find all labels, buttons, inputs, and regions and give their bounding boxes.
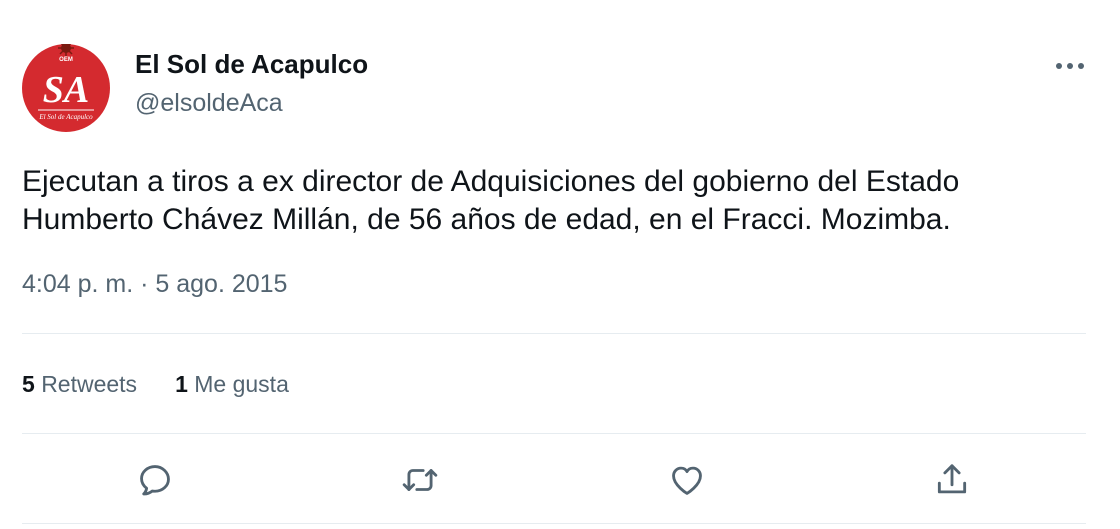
engagement-stats: 5 Retweets 1 Me gusta <box>22 371 327 398</box>
avatar-badge-text: OEM <box>59 57 73 63</box>
reply-icon <box>140 465 170 496</box>
retweets-stat[interactable]: 5 Retweets <box>22 371 137 398</box>
tweet-card: OEM SA El Sol de Acapulco El Sol de Acap… <box>0 0 1120 529</box>
divider <box>22 433 1086 434</box>
likes-count: 1 <box>175 371 188 397</box>
avatar-monogram: SA <box>43 69 89 111</box>
share-icon <box>937 464 967 494</box>
like-icon <box>672 466 702 495</box>
tweet-timestamp: 4:04 p. m. · 5 ago. 2015 <box>22 270 287 299</box>
retweets-label: Retweets <box>41 371 138 397</box>
retweet-button[interactable] <box>398 458 442 502</box>
retweet-icon <box>402 469 438 491</box>
tweet-time[interactable]: 4:04 p. m. <box>22 270 133 298</box>
avatar[interactable]: OEM SA El Sol de Acapulco <box>22 44 110 132</box>
tweet-text-line-1: Ejecutan a tiros a ex director de Adquis… <box>22 165 960 198</box>
like-button[interactable] <box>665 458 709 502</box>
tweet-text: Ejecutan a tiros a ex director de Adquis… <box>22 163 1092 239</box>
timestamp-separator: · <box>133 270 156 298</box>
tweet-date[interactable]: 5 ago. 2015 <box>155 270 287 298</box>
author-display-name[interactable]: El Sol de Acapulco <box>135 49 368 80</box>
el-sol-de-acapulco-logo: OEM SA El Sol de Acapulco <box>22 44 110 132</box>
tweet-text-line-2: Humberto Chávez Millán, de 56 años de ed… <box>22 203 951 236</box>
more-icon <box>1056 63 1084 69</box>
likes-label: Me gusta <box>194 371 289 397</box>
avatar-caption: El Sol de Acapulco <box>38 113 93 121</box>
share-button[interactable] <box>930 458 974 502</box>
divider <box>22 523 1086 524</box>
reply-button[interactable] <box>133 458 177 502</box>
author-handle[interactable]: @elsoldeAca <box>135 89 283 118</box>
likes-stat[interactable]: 1 Me gusta <box>175 371 289 398</box>
divider <box>22 333 1086 334</box>
retweets-count: 5 <box>22 371 35 397</box>
more-options-button[interactable] <box>1050 52 1090 80</box>
